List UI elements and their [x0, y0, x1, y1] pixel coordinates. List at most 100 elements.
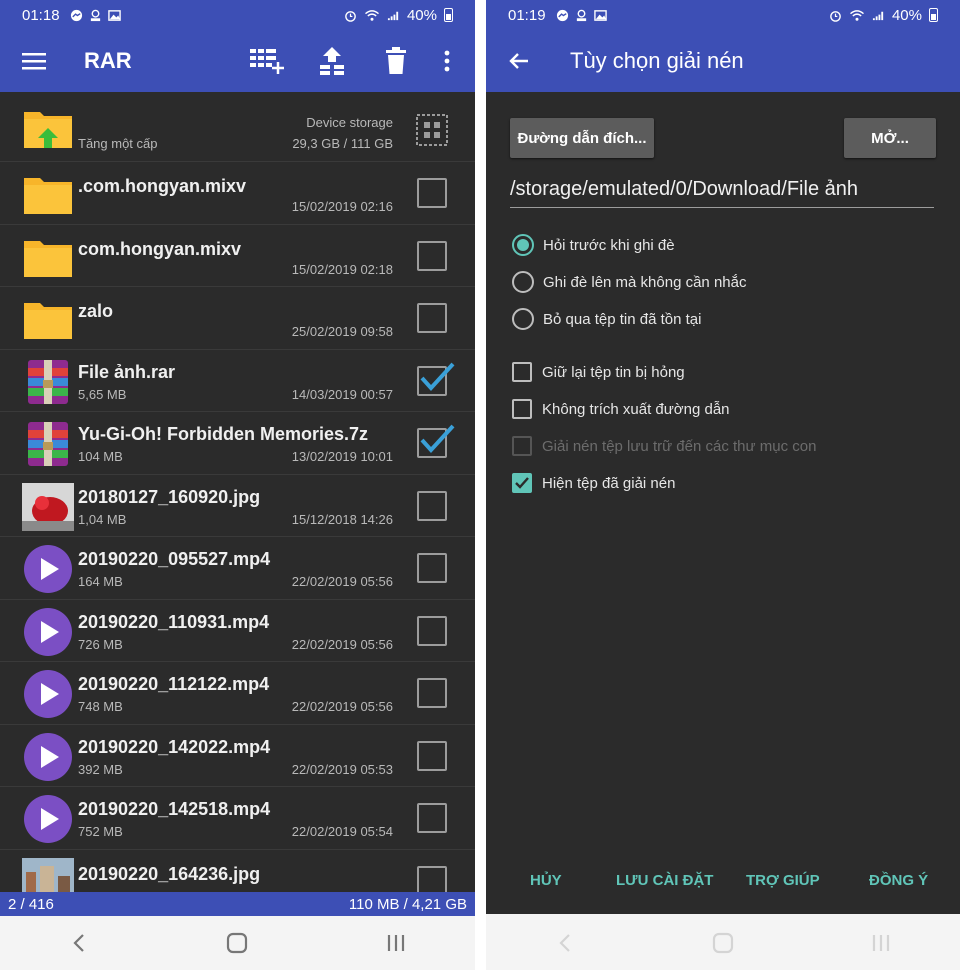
- file-row[interactable]: 20190220_164236.jpg: [0, 850, 475, 892]
- checkbox[interactable]: [512, 473, 532, 493]
- file-date: 14/03/2019 00:57: [291, 386, 393, 402]
- back-nav-icon[interactable]: [550, 928, 580, 958]
- checkbox[interactable]: [512, 362, 532, 382]
- open-button[interactable]: MỞ...: [844, 118, 936, 158]
- file-row[interactable]: com.hongyan.mixv 15/02/2019 02:18: [0, 225, 475, 287]
- select-checkbox[interactable]: [417, 865, 447, 892]
- status-time: 01:18: [22, 6, 60, 24]
- battery-percent: 40%: [891, 6, 922, 24]
- selection-footer: 2 / 416 110 MB / 4,21 GB: [0, 892, 475, 916]
- home-nav-icon[interactable]: [222, 928, 252, 958]
- folder-up-icon: [24, 112, 72, 148]
- video-play-icon: [24, 795, 72, 843]
- dialog-title: Tùy chọn giải nén: [570, 48, 744, 73]
- selection-count: 2 / 416: [8, 895, 54, 913]
- select-checkbox[interactable]: [417, 803, 447, 833]
- file-name: 20190220_110931.mp4: [78, 611, 270, 632]
- select-checkbox[interactable]: [417, 490, 447, 521]
- help-button[interactable]: TRỢ GIÚP: [746, 872, 820, 889]
- select-checkbox[interactable]: [417, 303, 447, 333]
- back-arrow-icon[interactable]: [504, 30, 534, 92]
- recents-nav-icon[interactable]: [381, 928, 411, 958]
- folder-icon: [24, 303, 72, 339]
- folder-icon: [24, 178, 72, 214]
- file-row[interactable]: 20190220_110931.mp4 726 MB 22/02/2019 05:5…: [0, 600, 475, 662]
- gallery-icon: [107, 9, 121, 21]
- checkbox[interactable]: [512, 399, 532, 419]
- signal-icon: [872, 11, 884, 20]
- delete-icon[interactable]: [376, 30, 416, 92]
- folder-icon: [24, 240, 72, 277]
- file-size: 392 MB: [78, 761, 123, 777]
- home-nav-icon[interactable]: [708, 928, 738, 958]
- save-settings-button[interactable]: LƯU CÀI ĐẶT: [616, 872, 713, 889]
- more-vert-icon[interactable]: [434, 30, 460, 92]
- file-name: 20190220_142022.mp4: [78, 736, 271, 757]
- parent-folder-row[interactable]: Tăng một cấp Device storage 29,3 GB / 11…: [0, 92, 475, 162]
- radio-button[interactable]: [512, 271, 534, 293]
- video-play-icon: [24, 670, 72, 718]
- ok-button[interactable]: ĐỒNG Ý: [869, 872, 928, 889]
- extract-option-checkbox[interactable]: Hiện tệp đã giải nén: [512, 470, 675, 496]
- image-thumbnail: [22, 482, 74, 531]
- gallery-icon: [593, 9, 607, 21]
- file-row[interactable]: 20180127_160920.jpg 1,04 MB 15/12/2018 14:…: [0, 475, 475, 537]
- extract-icon[interactable]: [312, 30, 352, 92]
- select-checkbox[interactable]: [417, 178, 447, 208]
- select-checkbox[interactable]: [417, 240, 447, 271]
- radio-label: Ghi đè lên mà không cần nhắc: [543, 273, 747, 291]
- file-row[interactable]: zalo 25/02/2019 09:58: [0, 287, 475, 350]
- menu-icon[interactable]: [16, 30, 52, 92]
- parent-folder-label: Tăng một cấp: [78, 136, 158, 151]
- storage-usage: 29,3 GB / 111 GB: [292, 136, 393, 151]
- checkbox-label: Không trích xuất đường dẫn: [542, 400, 730, 418]
- select-checkbox[interactable]: [417, 678, 447, 708]
- cancel-button[interactable]: HỦY: [530, 872, 562, 889]
- recents-nav-icon[interactable]: [866, 928, 896, 958]
- file-date: 25/02/2019 09:58: [291, 324, 393, 339]
- file-size: 748 MB: [78, 699, 123, 714]
- destination-path-button[interactable]: Đường dẫn đích...: [510, 118, 654, 158]
- file-row[interactable]: Yu-Gi-Oh! Forbidden Memories.7z 104 MB 13/…: [0, 412, 475, 475]
- overwrite-option-radio[interactable]: Ghi đè lên mà không cần nhắc: [512, 269, 746, 295]
- storage-name: Device storage: [306, 115, 393, 130]
- grid-view-icon[interactable]: [416, 114, 448, 146]
- checkmark-icon: [420, 362, 455, 391]
- file-name: com.hongyan.mixv: [78, 238, 242, 259]
- select-checkbox[interactable]: [417, 424, 455, 458]
- file-row[interactable]: 20190220_095527.mp4 164 MB 22/02/2019 05:5…: [0, 537, 475, 600]
- status-bar: 01:18 40%: [0, 0, 475, 30]
- file-row[interactable]: 20190220_112122.mp4 748 MB 22/02/2019 05:5…: [0, 662, 475, 725]
- file-date: 15/02/2019 02:16: [291, 199, 393, 214]
- file-size: 1,04 MB: [78, 511, 127, 527]
- alarm-icon: [830, 10, 841, 22]
- destination-path-field[interactable]: /storage/emulated/0/Download/File ảnh: [510, 178, 934, 208]
- select-checkbox[interactable]: [417, 615, 447, 646]
- file-row[interactable]: 20190220_142022.mp4 392 MB 22/02/2019 05:5…: [0, 725, 475, 787]
- radio-label: Hỏi trước khi ghi đè: [543, 236, 675, 254]
- select-checkbox[interactable]: [417, 362, 455, 396]
- radio-button[interactable]: [512, 308, 534, 330]
- file-row[interactable]: File ảnh.rar 5,65 MB 14/03/2019 00:57: [0, 350, 475, 412]
- extract-option-checkbox[interactable]: Giữ lại tệp tin bị hỏng: [512, 359, 685, 385]
- overwrite-option-radio[interactable]: Bỏ qua tệp tin đã tồn tại: [512, 306, 701, 332]
- file-name: Yu-Gi-Oh! Forbidden Memories.7z: [78, 424, 369, 444]
- file-date: 22/02/2019 05:53: [291, 761, 393, 777]
- file-row[interactable]: 20190220_142518.mp4 752 MB 22/02/2019 05:5…: [0, 787, 475, 850]
- select-checkbox[interactable]: [417, 740, 447, 771]
- file-date: 15/12/2018 14:26: [291, 511, 393, 527]
- file-date: 13/02/2019 10:01: [291, 449, 393, 464]
- overwrite-option-radio[interactable]: Hỏi trước khi ghi đè: [512, 232, 675, 258]
- file-date: 15/02/2019 02:18: [291, 261, 393, 277]
- select-checkbox[interactable]: [417, 553, 447, 583]
- extract-option-checkbox[interactable]: Không trích xuất đường dẫn: [512, 396, 730, 422]
- back-nav-icon[interactable]: [64, 928, 94, 958]
- checkbox-label: Giữ lại tệp tin bị hỏng: [542, 363, 685, 381]
- file-name: 20190220_095527.mp4: [78, 549, 271, 569]
- file-date: 22/02/2019 05:56: [291, 574, 393, 589]
- file-row[interactable]: .com.hongyan.mixv 15/02/2019 02:16: [0, 162, 475, 225]
- radio-button[interactable]: [512, 234, 534, 256]
- checkbox: [512, 436, 532, 456]
- add-to-archive-icon[interactable]: [246, 30, 286, 92]
- rar-file-browser-screen: 01:18 40% RAR Tăng một cấp Device storag…: [0, 0, 475, 970]
